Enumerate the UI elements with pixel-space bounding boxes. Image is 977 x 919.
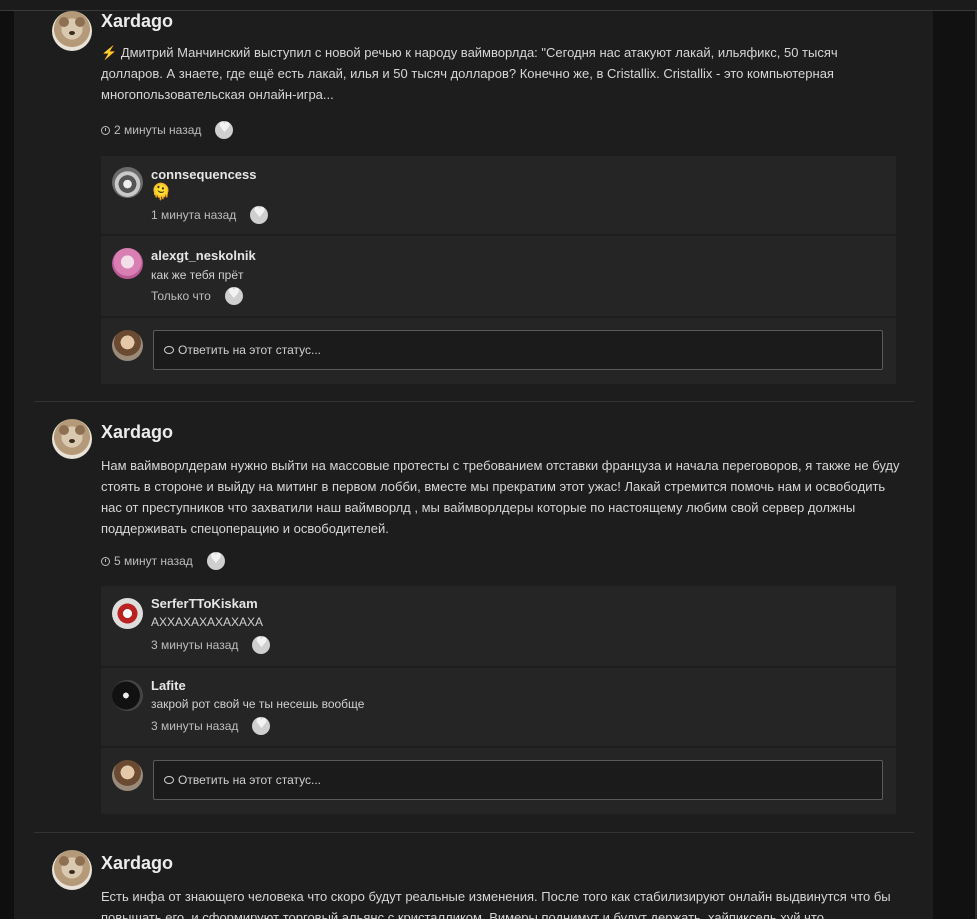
status-post: Xardago Нам ваймворлдерам нужно выйти на…: [34, 419, 914, 831]
status-time[interactable]: 5 минут назад: [114, 554, 193, 568]
right-gutter: [933, 11, 977, 919]
commenter-avatar[interactable]: [112, 680, 143, 711]
status-divider: [34, 401, 914, 402]
reply-placeholder: Ответить на этот статус...: [178, 343, 321, 357]
lightning-icon: ⚡: [101, 45, 118, 60]
commenter-avatar[interactable]: [112, 167, 143, 198]
author-avatar[interactable]: [52, 419, 92, 459]
comment-author[interactable]: SerferTToKiskam: [151, 596, 258, 611]
commenter-avatar[interactable]: [112, 598, 143, 629]
status-meta: 5 минут назад: [101, 551, 225, 570]
reply-box: Ответить на этот статус...: [101, 748, 896, 814]
comment-text: закрой рот свой че ты несешь вообще: [151, 697, 365, 711]
status-author[interactable]: Xardago: [101, 853, 173, 874]
clock-icon: [101, 125, 110, 135]
like-heart-icon[interactable]: [252, 635, 271, 654]
comment-item: Lafite закрой рот свой че ты несешь вооб…: [101, 668, 896, 746]
reply-placeholder: Ответить на этот статус...: [178, 773, 321, 787]
status-author[interactable]: Xardago: [101, 11, 173, 32]
comment-meta: 3 минуты назад: [151, 716, 271, 735]
comment-author[interactable]: alexgt_neskolnik: [151, 248, 256, 263]
reply-input[interactable]: Ответить на этот статус...: [153, 330, 883, 370]
browser-top-edge: [0, 0, 977, 11]
like-heart-icon[interactable]: [215, 120, 234, 139]
comment-text: АХХАХАХАХАХАХА: [151, 615, 264, 629]
comment-bubble-icon: [164, 346, 174, 354]
status-meta: 2 минуты назад: [101, 120, 234, 139]
comments-list: SerferTToKiskam АХХАХАХАХАХАХА 3 минуты …: [101, 586, 896, 814]
clock-icon: [101, 556, 110, 566]
comment-time[interactable]: Только что: [151, 289, 211, 303]
commenter-avatar[interactable]: [112, 248, 143, 279]
comment-author[interactable]: connsequencess: [151, 167, 257, 182]
comment-meta: 3 минуты назад: [151, 635, 271, 654]
comments-list: connsequencess 🫠 1 минута назад alexgt_n…: [101, 156, 896, 384]
like-heart-icon[interactable]: [252, 716, 271, 735]
status-post: Xardago Есть инфа от знающего человека ч…: [34, 850, 914, 919]
like-heart-icon[interactable]: [250, 205, 269, 224]
comment-item: SerferTToKiskam АХХАХАХАХАХАХА 3 минуты …: [101, 586, 896, 666]
comment-time[interactable]: 3 минуты назад: [151, 719, 238, 733]
like-heart-icon[interactable]: [206, 551, 225, 570]
author-avatar[interactable]: [52, 11, 92, 51]
comment-item: alexgt_neskolnik как же тебя прёт Только…: [101, 236, 896, 316]
status-author[interactable]: Xardago: [101, 422, 173, 443]
status-feed: Xardago ⚡ Дмитрий Манчинский выступил с …: [14, 11, 933, 919]
comment-meta: 1 минута назад: [151, 205, 269, 224]
reply-box: Ответить на этот статус...: [101, 318, 896, 384]
left-gutter: [0, 11, 14, 919]
comment-text: как же тебя прёт: [151, 268, 244, 282]
comment-text: 🫠: [151, 184, 171, 201]
status-divider: [34, 832, 914, 833]
like-heart-icon[interactable]: [224, 286, 243, 305]
status-time[interactable]: 2 минуты назад: [114, 123, 201, 137]
status-text: ⚡ Дмитрий Манчинский выступил с новой ре…: [101, 42, 901, 105]
current-user-avatar: [112, 760, 143, 791]
comment-meta: Только что: [151, 286, 243, 305]
reply-input[interactable]: Ответить на этот статус...: [153, 760, 883, 800]
status-body: Есть инфа от знающего человека что скоро…: [101, 889, 891, 919]
author-avatar[interactable]: [52, 850, 92, 890]
comment-item: connsequencess 🫠 1 минута назад: [101, 156, 896, 234]
comment-time[interactable]: 1 минута назад: [151, 208, 236, 222]
comment-author[interactable]: Lafite: [151, 678, 186, 693]
status-body: Дмитрий Манчинский выступил с новой речь…: [101, 45, 838, 102]
status-body: Нам ваймворлдерам нужно выйти на массовы…: [101, 458, 900, 536]
comment-bubble-icon: [164, 776, 174, 784]
current-user-avatar: [112, 330, 143, 361]
status-post: Xardago ⚡ Дмитрий Манчинский выступил с …: [34, 11, 914, 401]
comment-time[interactable]: 3 минуты назад: [151, 638, 238, 652]
